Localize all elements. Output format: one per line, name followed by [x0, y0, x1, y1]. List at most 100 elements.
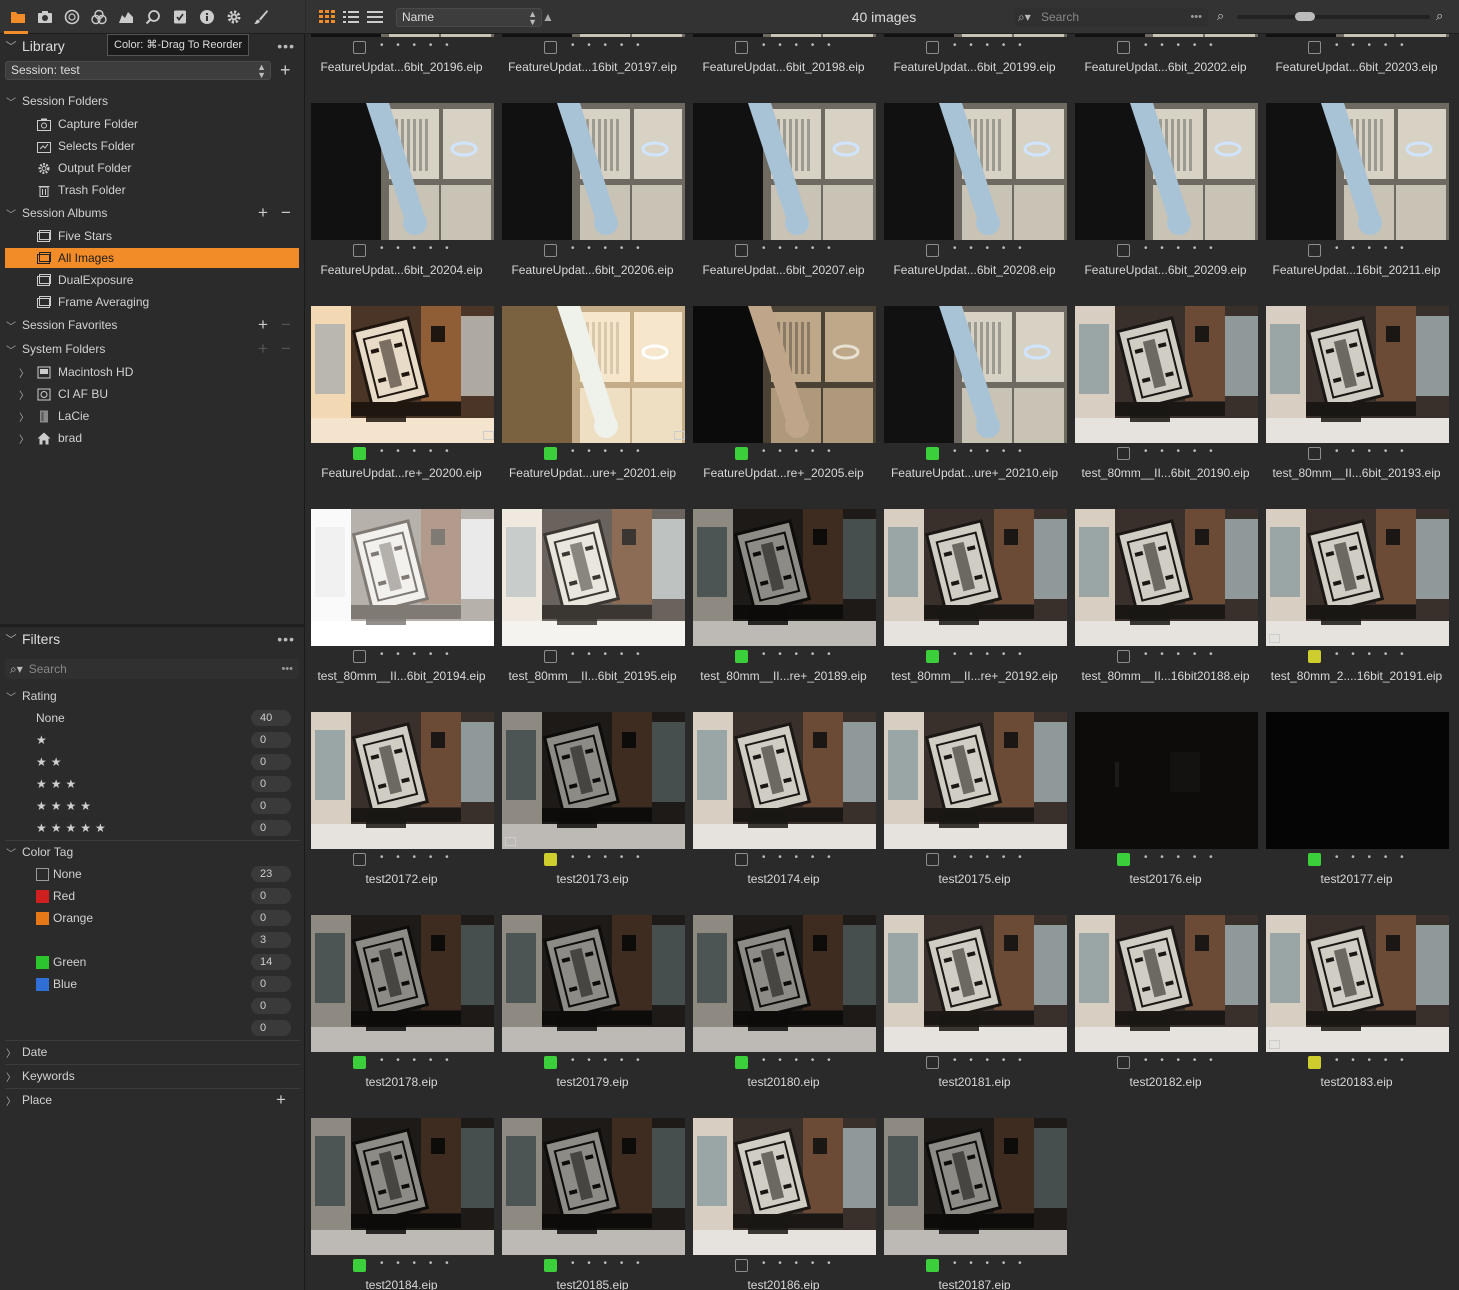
session-select[interactable]: Session: test ▲ ▼ — [5, 61, 271, 80]
image-thumbnail-cell[interactable]: • • • • • FeatureUpdat...6bit_20206.eip — [497, 103, 688, 306]
image-thumbnail-cell[interactable]: • • • • • test_80mm__II...re+_20189.eip — [688, 509, 879, 712]
star-rating-dots[interactable]: • • • • • — [380, 40, 454, 51]
color-tag-row[interactable]: 0 — [5, 996, 299, 1016]
image-thumbnail-cell[interactable]: • • • • • test_80mm__II...6bit_20195.eip — [497, 509, 688, 712]
image-thumbnail[interactable] — [311, 712, 494, 849]
color-tag-green[interactable] — [1308, 853, 1321, 866]
color-tag-green[interactable] — [735, 650, 748, 663]
image-thumbnail[interactable] — [311, 915, 494, 1052]
image-thumbnail[interactable] — [1075, 712, 1258, 849]
star-rating-dots[interactable]: • • • • • — [953, 446, 1027, 457]
star-rating-dots[interactable]: • • • • • — [380, 852, 454, 863]
library-tab[interactable] — [4, 4, 31, 30]
image-thumbnail-cell[interactable]: • • • • • FeatureUpdat...6bit_20196.eip — [306, 34, 497, 103]
image-thumbnail-cell[interactable]: • • • • • FeatureUpdat...16bit_20197.eip — [497, 34, 688, 103]
session-albums-header[interactable]: ﹀ Session Albums + − — [0, 203, 305, 223]
remove-album-button[interactable]: − — [281, 203, 291, 223]
image-thumbnail-cell[interactable]: • • • • • test20181.eip — [879, 915, 1070, 1118]
rating-none-row[interactable]: None 40 — [5, 708, 299, 728]
adjustments-tab[interactable] — [166, 4, 193, 30]
color-tab[interactable] — [85, 4, 112, 30]
color-tag-green[interactable] — [926, 447, 939, 460]
color-tag-checkbox[interactable] — [735, 244, 748, 257]
trash-folder-item[interactable]: Trash Folder — [5, 180, 299, 200]
star-rating-dots[interactable]: • • • • • — [762, 1258, 836, 1269]
image-thumbnail[interactable] — [884, 103, 1067, 240]
star-rating-dots[interactable]: • • • • • — [571, 40, 645, 51]
star-rating-dots[interactable]: • • • • • — [953, 1055, 1027, 1066]
color-tag-green[interactable] — [926, 1259, 939, 1272]
image-thumbnail-cell[interactable]: • • • • • test20186.eip — [688, 1118, 879, 1290]
color-tag-checkbox[interactable] — [735, 853, 748, 866]
image-thumbnail[interactable] — [1266, 509, 1449, 646]
star-rating-dots[interactable]: • • • • • — [1335, 1055, 1409, 1066]
grid-view-icon[interactable] — [319, 10, 335, 24]
capture-folder-item[interactable]: Capture Folder — [5, 114, 299, 134]
image-thumbnail-cell[interactable]: • • • • • FeatureUpdat...6bit_20204.eip — [306, 103, 497, 306]
color-tag-green[interactable] — [544, 447, 557, 460]
image-thumbnail[interactable] — [1266, 712, 1449, 849]
chevron-right-icon[interactable]: 〉 — [19, 365, 29, 380]
rating-1-star-row[interactable]: ★ 0 — [5, 730, 299, 750]
star-rating-dots[interactable]: • • • • • — [953, 852, 1027, 863]
color-tag-checkbox[interactable] — [926, 244, 939, 257]
ci-af-bu-volume[interactable]: 〉 CI AF BU — [5, 384, 299, 404]
star-rating-dots[interactable]: • • • • • — [1335, 243, 1409, 254]
chevron-right-icon[interactable]: 〉 — [19, 431, 29, 446]
image-thumbnail[interactable] — [693, 306, 876, 443]
star-rating-dots[interactable]: • • • • • — [1144, 40, 1218, 51]
add-favorite-button[interactable]: + — [258, 315, 268, 335]
image-thumbnail[interactable] — [311, 1118, 494, 1255]
browser-search-input[interactable]: ⌕▾ Search ••• — [1014, 8, 1208, 27]
zoom-in-icon[interactable]: ⌕ — [1436, 8, 1443, 24]
color-tag-checkbox[interactable] — [544, 41, 557, 54]
color-tag-checkbox[interactable] — [1117, 244, 1130, 257]
rating-4-star-row[interactable]: ★★★★ 0 — [5, 796, 299, 816]
macintosh-hd-volume[interactable]: 〉 Macintosh HD — [5, 362, 299, 382]
color-tag-row[interactable]: 3 — [5, 930, 299, 950]
color-tag-green[interactable] — [735, 447, 748, 460]
all-images-album[interactable]: All Images — [5, 248, 299, 268]
color-tag-yellow[interactable] — [1308, 1056, 1321, 1069]
image-thumbnail-cell[interactable]: • • • • • test20180.eip — [688, 915, 879, 1118]
image-thumbnail-cell[interactable]: • • • • • test20179.eip — [497, 915, 688, 1118]
color-tag-checkbox[interactable] — [1308, 41, 1321, 54]
color-tag-row[interactable]: Blue 0 — [5, 974, 299, 994]
rating-2-star-row[interactable]: ★★ 0 — [5, 752, 299, 772]
image-thumbnail[interactable] — [1075, 103, 1258, 240]
image-thumbnail[interactable] — [502, 34, 685, 37]
filmstrip-view-icon[interactable] — [367, 10, 383, 24]
star-rating-dots[interactable]: • • • • • — [571, 243, 645, 254]
color-tag-checkbox[interactable] — [1117, 41, 1130, 54]
image-thumbnail-cell[interactable]: • • • • • test20173.eip — [497, 712, 688, 915]
color-tag-checkbox[interactable] — [1117, 1056, 1130, 1069]
color-tag-checkbox[interactable] — [926, 1056, 939, 1069]
star-rating-dots[interactable]: • • • • • — [762, 649, 836, 660]
image-thumbnail-cell[interactable]: • • • • • test20174.eip — [688, 712, 879, 915]
star-rating-dots[interactable]: • • • • • — [762, 852, 836, 863]
star-rating-dots[interactable]: • • • • • — [1144, 852, 1218, 863]
image-thumbnail-cell[interactable]: • • • • • FeatureUpdat...6bit_20202.eip — [1070, 34, 1261, 103]
color-tag-checkbox[interactable] — [353, 244, 366, 257]
image-thumbnail-cell[interactable]: • • • • • FeatureUpdat...re+_20205.eip — [688, 306, 879, 509]
star-rating-dots[interactable]: • • • • • — [762, 446, 836, 457]
image-thumbnail-cell[interactable]: • • • • • FeatureUpdat...re+_20200.eip — [306, 306, 497, 509]
color-tag-green[interactable] — [544, 1259, 557, 1272]
image-thumbnail[interactable] — [884, 712, 1067, 849]
image-thumbnail-cell[interactable]: • • • • • FeatureUpdat...6bit_20209.eip — [1070, 103, 1261, 306]
sort-by-select[interactable]: Name ▲ ▼ — [396, 8, 542, 27]
rating-filter-header[interactable]: ﹀ Rating — [0, 686, 305, 706]
more-options-icon[interactable]: ••• — [277, 38, 295, 54]
image-thumbnail-cell[interactable]: • • • • • test20182.eip — [1070, 915, 1261, 1118]
image-thumbnail-cell[interactable]: • • • • • FeatureUpdat...ure+_20210.eip — [879, 306, 1070, 509]
image-thumbnail[interactable] — [1266, 915, 1449, 1052]
image-thumbnail-cell[interactable]: • • • • • test20183.eip — [1261, 915, 1452, 1118]
color-tag-checkbox[interactable] — [1117, 650, 1130, 663]
star-rating-dots[interactable]: • • • • • — [571, 446, 645, 457]
image-thumbnail[interactable] — [502, 306, 685, 443]
star-rating-dots[interactable]: • • • • • — [571, 852, 645, 863]
image-thumbnail[interactable] — [311, 306, 494, 443]
color-tag-green[interactable] — [353, 447, 366, 460]
zoom-out-icon[interactable]: ⌕ — [1217, 8, 1224, 24]
color-tag-green[interactable] — [353, 1056, 366, 1069]
